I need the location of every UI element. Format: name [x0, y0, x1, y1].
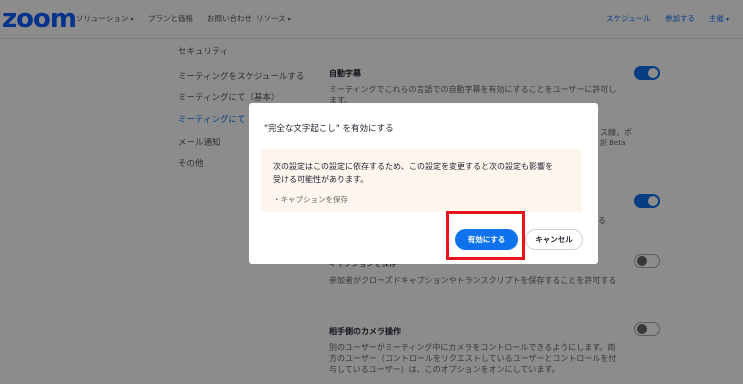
warning-text-line-2: 受ける可能性があります。: [273, 175, 369, 184]
warning-text-line-1: 次の設定はこの設定に依存するため、この設定を変更すると次の設定も影響を: [273, 162, 553, 171]
highlight-box: [446, 211, 525, 260]
dependent-setting-item: ・キャプションを保存: [273, 195, 348, 204]
confirm-dialog: "完全な文字起こし" を有効にする 次の設定はこの設定に依存するため、この設定を…: [249, 103, 598, 264]
warning-box: 次の設定はこの設定に依存するため、この設定を変更すると次の設定も影響を 受ける可…: [261, 149, 582, 212]
dialog-title: "完全な文字起こし" を有効にする: [264, 124, 394, 134]
cancel-button[interactable]: キャンセル: [525, 229, 583, 250]
